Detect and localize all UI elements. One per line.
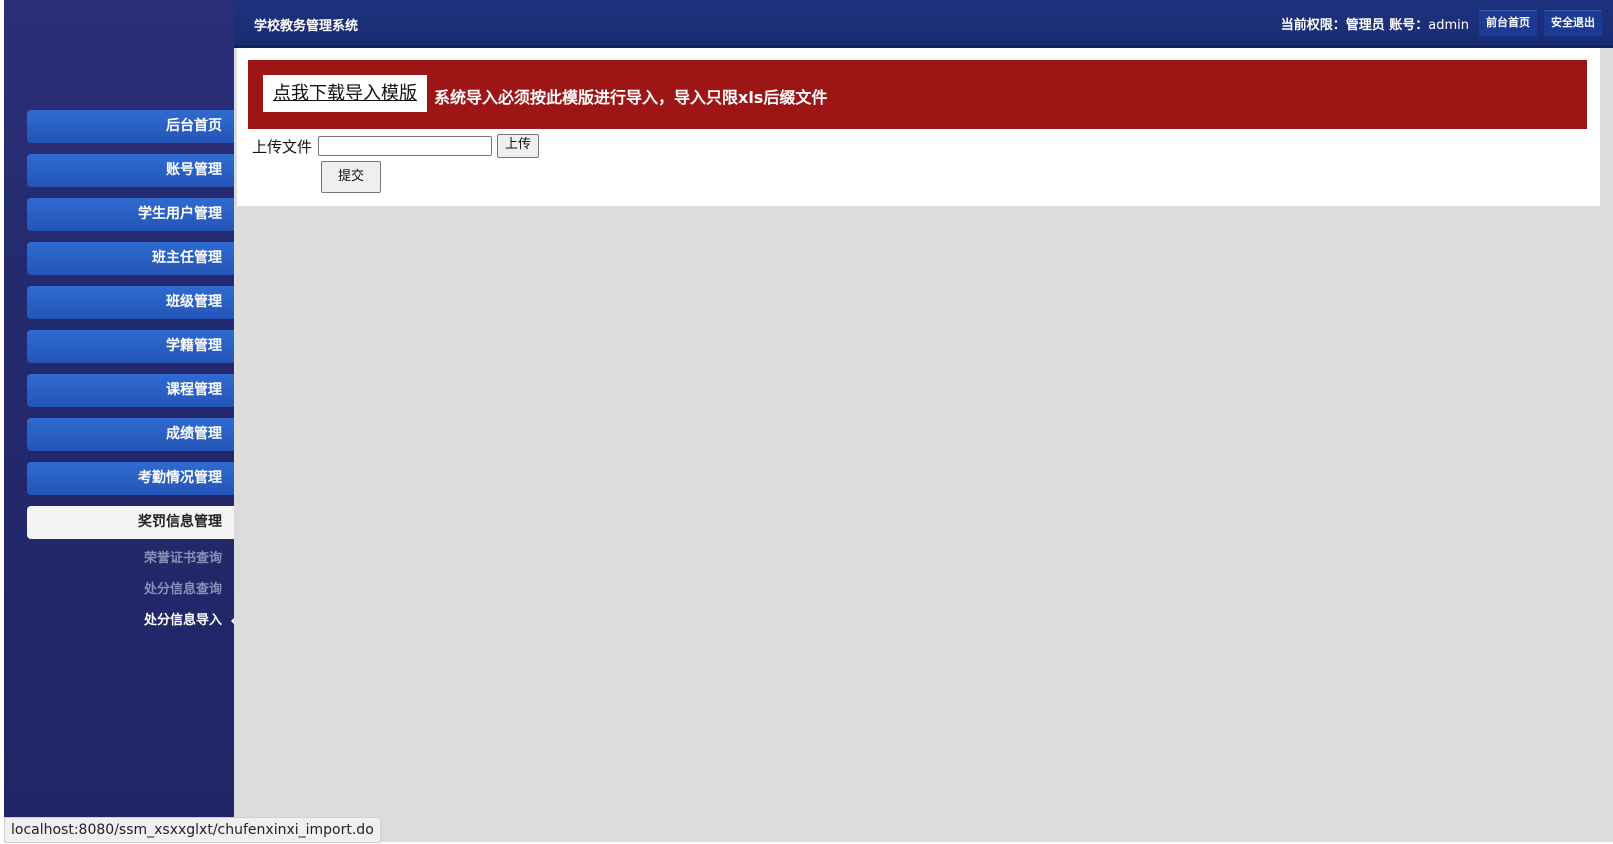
- upload-file-label: 上传文件: [252, 137, 313, 156]
- sidebar-menu: 后台首页 账号管理 学生用户管理 班主任管理 班级管理 学籍管理 课程管理 成绩…: [27, 110, 238, 636]
- submit-button[interactable]: 提交: [321, 161, 381, 193]
- upload-button[interactable]: 上传: [497, 134, 540, 158]
- import-panel: 点我下载导入模版 系统导入必须按此模版进行导入，导入只限xls后缀文件 上传文件…: [237, 48, 1600, 206]
- file-path-input[interactable]: [318, 136, 493, 156]
- import-notice-banner: 点我下载导入模版 系统导入必须按此模版进行导入，导入只限xls后缀文件: [248, 60, 1587, 129]
- upload-row: 上传文件 上传: [252, 134, 540, 158]
- username: admin: [1428, 17, 1469, 33]
- sidebar-item-classes[interactable]: 班级管理: [27, 286, 238, 319]
- top-right-area: 当前权限：管理员 账号：admin 前台首页 安全退出: [1281, 9, 1603, 37]
- user-info: 当前权限：管理员 账号：admin: [1281, 14, 1469, 33]
- app-title: 学校教务管理系统: [254, 19, 359, 34]
- import-notice-text: 系统导入必须按此模版进行导入，导入只限xls后缀文件: [434, 88, 828, 107]
- sidebar-item-accounts[interactable]: 账号管理: [27, 154, 238, 187]
- user-role-label: 当前权限：管理员 账号：: [1280, 17, 1429, 33]
- sidebar-submenu: 荣誉证书查询 处分信息查询 处分信息导入: [27, 543, 238, 636]
- sidebar: 后台首页 账号管理 学生用户管理 班主任管理 班级管理 学籍管理 课程管理 成绩…: [4, 0, 238, 842]
- front-home-button[interactable]: 前台首页: [1478, 9, 1538, 37]
- sidebar-item-grades[interactable]: 成绩管理: [27, 418, 238, 451]
- main-content: 点我下载导入模版 系统导入必须按此模版进行导入，导入只限xls后缀文件 上传文件…: [234, 48, 1613, 842]
- sidebar-item-rewards-penalties[interactable]: 奖罚信息管理: [27, 506, 238, 539]
- download-template-link[interactable]: 点我下载导入模版: [263, 75, 427, 112]
- logout-button[interactable]: 安全退出: [1543, 9, 1603, 37]
- sidebar-subitem-honor-certificates[interactable]: 荣誉证书查询: [27, 543, 238, 574]
- app-window: 后台首页 账号管理 学生用户管理 班主任管理 班级管理 学籍管理 课程管理 成绩…: [0, 0, 1613, 844]
- sidebar-item-attendance[interactable]: 考勤情况管理: [27, 462, 238, 495]
- browser-status-url: localhost:8080/ssm_xsxxglxt/chufenxinxi_…: [4, 817, 381, 843]
- sidebar-subitem-penalty-import[interactable]: 处分信息导入: [27, 605, 238, 636]
- sidebar-item-student-status[interactable]: 学籍管理: [27, 330, 238, 363]
- sidebar-item-students[interactable]: 学生用户管理: [27, 198, 238, 231]
- sidebar-item-head-teachers[interactable]: 班主任管理: [27, 242, 238, 275]
- sidebar-subitem-penalty-query[interactable]: 处分信息查询: [27, 574, 238, 605]
- sidebar-item-dashboard[interactable]: 后台首页: [27, 110, 238, 143]
- top-bar: 学校教务管理系统 当前权限：管理员 账号：admin 前台首页 安全退出: [234, 0, 1613, 48]
- sidebar-item-courses[interactable]: 课程管理: [27, 374, 238, 407]
